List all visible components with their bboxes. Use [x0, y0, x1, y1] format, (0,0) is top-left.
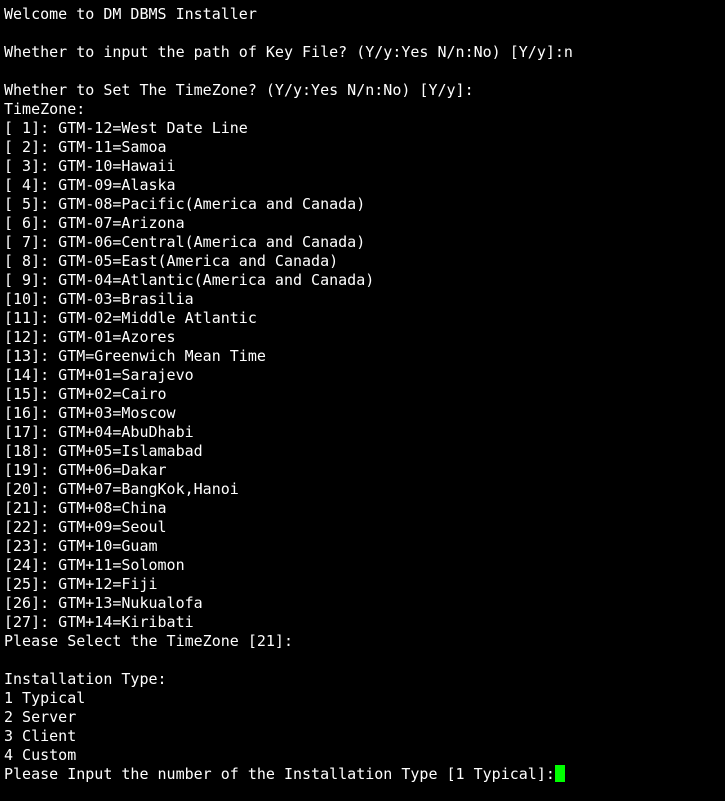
timezone-option: [16]: GTM+03=Moscow	[4, 404, 176, 422]
timezone-list: [ 1]: GTM-12=West Date Line [ 2]: GTM-11…	[4, 119, 725, 632]
timezone-option: [ 6]: GTM-07=Arizona	[4, 214, 185, 232]
installation-type-option: 2 Server	[4, 708, 77, 726]
welcome-line: Welcome to DM DBMS Installer	[4, 5, 257, 23]
key-file-prompt: Whether to input the path of Key File? (…	[4, 43, 573, 61]
installation-type-list: 1 Typical 2 Server 3 Client 4 Custom	[4, 689, 725, 765]
timezone-option: [26]: GTM+13=Nukualofa	[4, 594, 203, 612]
timezone-option: [ 4]: GTM-09=Alaska	[4, 176, 176, 194]
select-timezone-prompt: Please Select the TimeZone [21]:	[4, 632, 293, 650]
text-cursor[interactable]	[554, 765, 565, 782]
installation-type-header: Installation Type:	[4, 670, 167, 688]
timezone-option: [23]: GTM+10=Guam	[4, 537, 158, 555]
timezone-option: [15]: GTM+02=Cairo	[4, 385, 167, 403]
timezone-option: [18]: GTM+05=Islamabad	[4, 442, 203, 460]
timezone-option: [17]: GTM+04=AbuDhabi	[4, 423, 194, 441]
terminal-window[interactable]: Welcome to DM DBMS Installer Whether to …	[0, 0, 725, 801]
timezone-option: [14]: GTM+01=Sarajevo	[4, 366, 194, 384]
timezone-option: [ 8]: GTM-05=East(America and Canada)	[4, 252, 339, 270]
installation-type-option: 1 Typical	[4, 689, 86, 707]
installation-type-prompt: Please Input the number of the Installat…	[4, 765, 555, 783]
timezone-option: [19]: GTM+06=Dakar	[4, 461, 167, 479]
timezone-option: [21]: GTM+08=China	[4, 499, 167, 517]
timezone-option: [25]: GTM+12=Fiji	[4, 575, 158, 593]
timezone-option: [ 3]: GTM-10=Hawaii	[4, 157, 176, 175]
timezone-option: [22]: GTM+09=Seoul	[4, 518, 167, 536]
timezone-option: [27]: GTM+14=Kiribati	[4, 613, 194, 631]
timezone-header: TimeZone:	[4, 100, 86, 118]
timezone-option: [ 5]: GTM-08=Pacific(America and Canada)	[4, 195, 366, 213]
timezone-prompt: Whether to Set The TimeZone? (Y/y:Yes N/…	[4, 81, 474, 99]
installation-type-option: 4 Custom	[4, 746, 77, 764]
timezone-option: [ 1]: GTM-12=West Date Line	[4, 119, 248, 137]
timezone-option: [11]: GTM-02=Middle Atlantic	[4, 309, 257, 327]
timezone-option: [ 9]: GTM-04=Atlantic(America and Canada…	[4, 271, 375, 289]
timezone-option: [13]: GTM=Greenwich Mean Time	[4, 347, 266, 365]
timezone-option: [12]: GTM-01=Azores	[4, 328, 176, 346]
installation-type-option: 3 Client	[4, 727, 77, 745]
timezone-option: [ 2]: GTM-11=Samoa	[4, 138, 167, 156]
installation-input-line[interactable]: Please Input the number of the Installat…	[4, 765, 725, 784]
timezone-option: [10]: GTM-03=Brasilia	[4, 290, 194, 308]
timezone-option: [24]: GTM+11=Solomon	[4, 556, 185, 574]
timezone-option: [20]: GTM+07=BangKok,Hanoi	[4, 480, 239, 498]
timezone-option: [ 7]: GTM-06=Central(America and Canada)	[4, 233, 366, 251]
